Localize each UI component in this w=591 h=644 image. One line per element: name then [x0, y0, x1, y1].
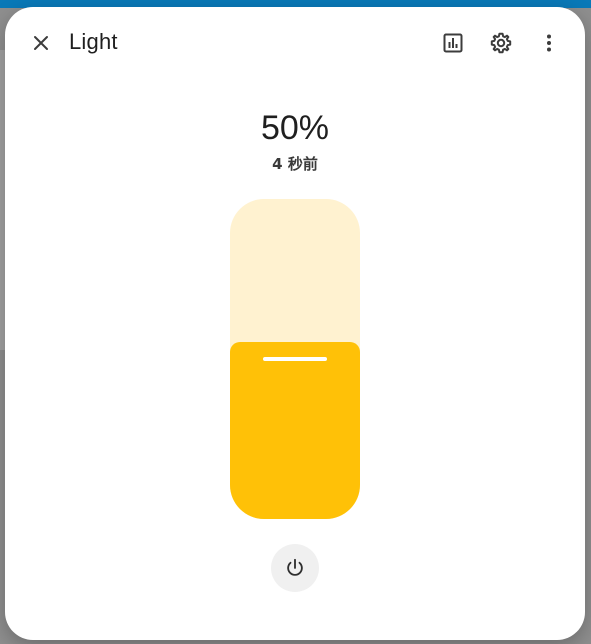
brightness-fill — [230, 342, 360, 519]
power-toggle-button[interactable] — [271, 544, 319, 592]
brightness-slider[interactable] — [230, 199, 360, 519]
last-changed-time: 4 秒前 — [272, 155, 318, 173]
cog-icon — [490, 32, 512, 54]
settings-button[interactable] — [481, 23, 521, 63]
dots-vertical-icon — [547, 34, 551, 52]
history-button[interactable] — [433, 23, 473, 63]
chart-box-icon — [443, 33, 463, 53]
close-icon — [34, 36, 48, 50]
dialog-title: Light — [69, 29, 118, 54]
brightness-handle[interactable] — [263, 357, 327, 361]
more-options-button[interactable] — [529, 23, 569, 63]
power-icon — [287, 558, 303, 576]
close-button[interactable] — [21, 23, 61, 63]
dialog-header: Light — [5, 7, 585, 79]
state-value: 50% — [260, 109, 330, 147]
more-info-dialog: Light 50% 4 秒前 — [5, 7, 585, 640]
